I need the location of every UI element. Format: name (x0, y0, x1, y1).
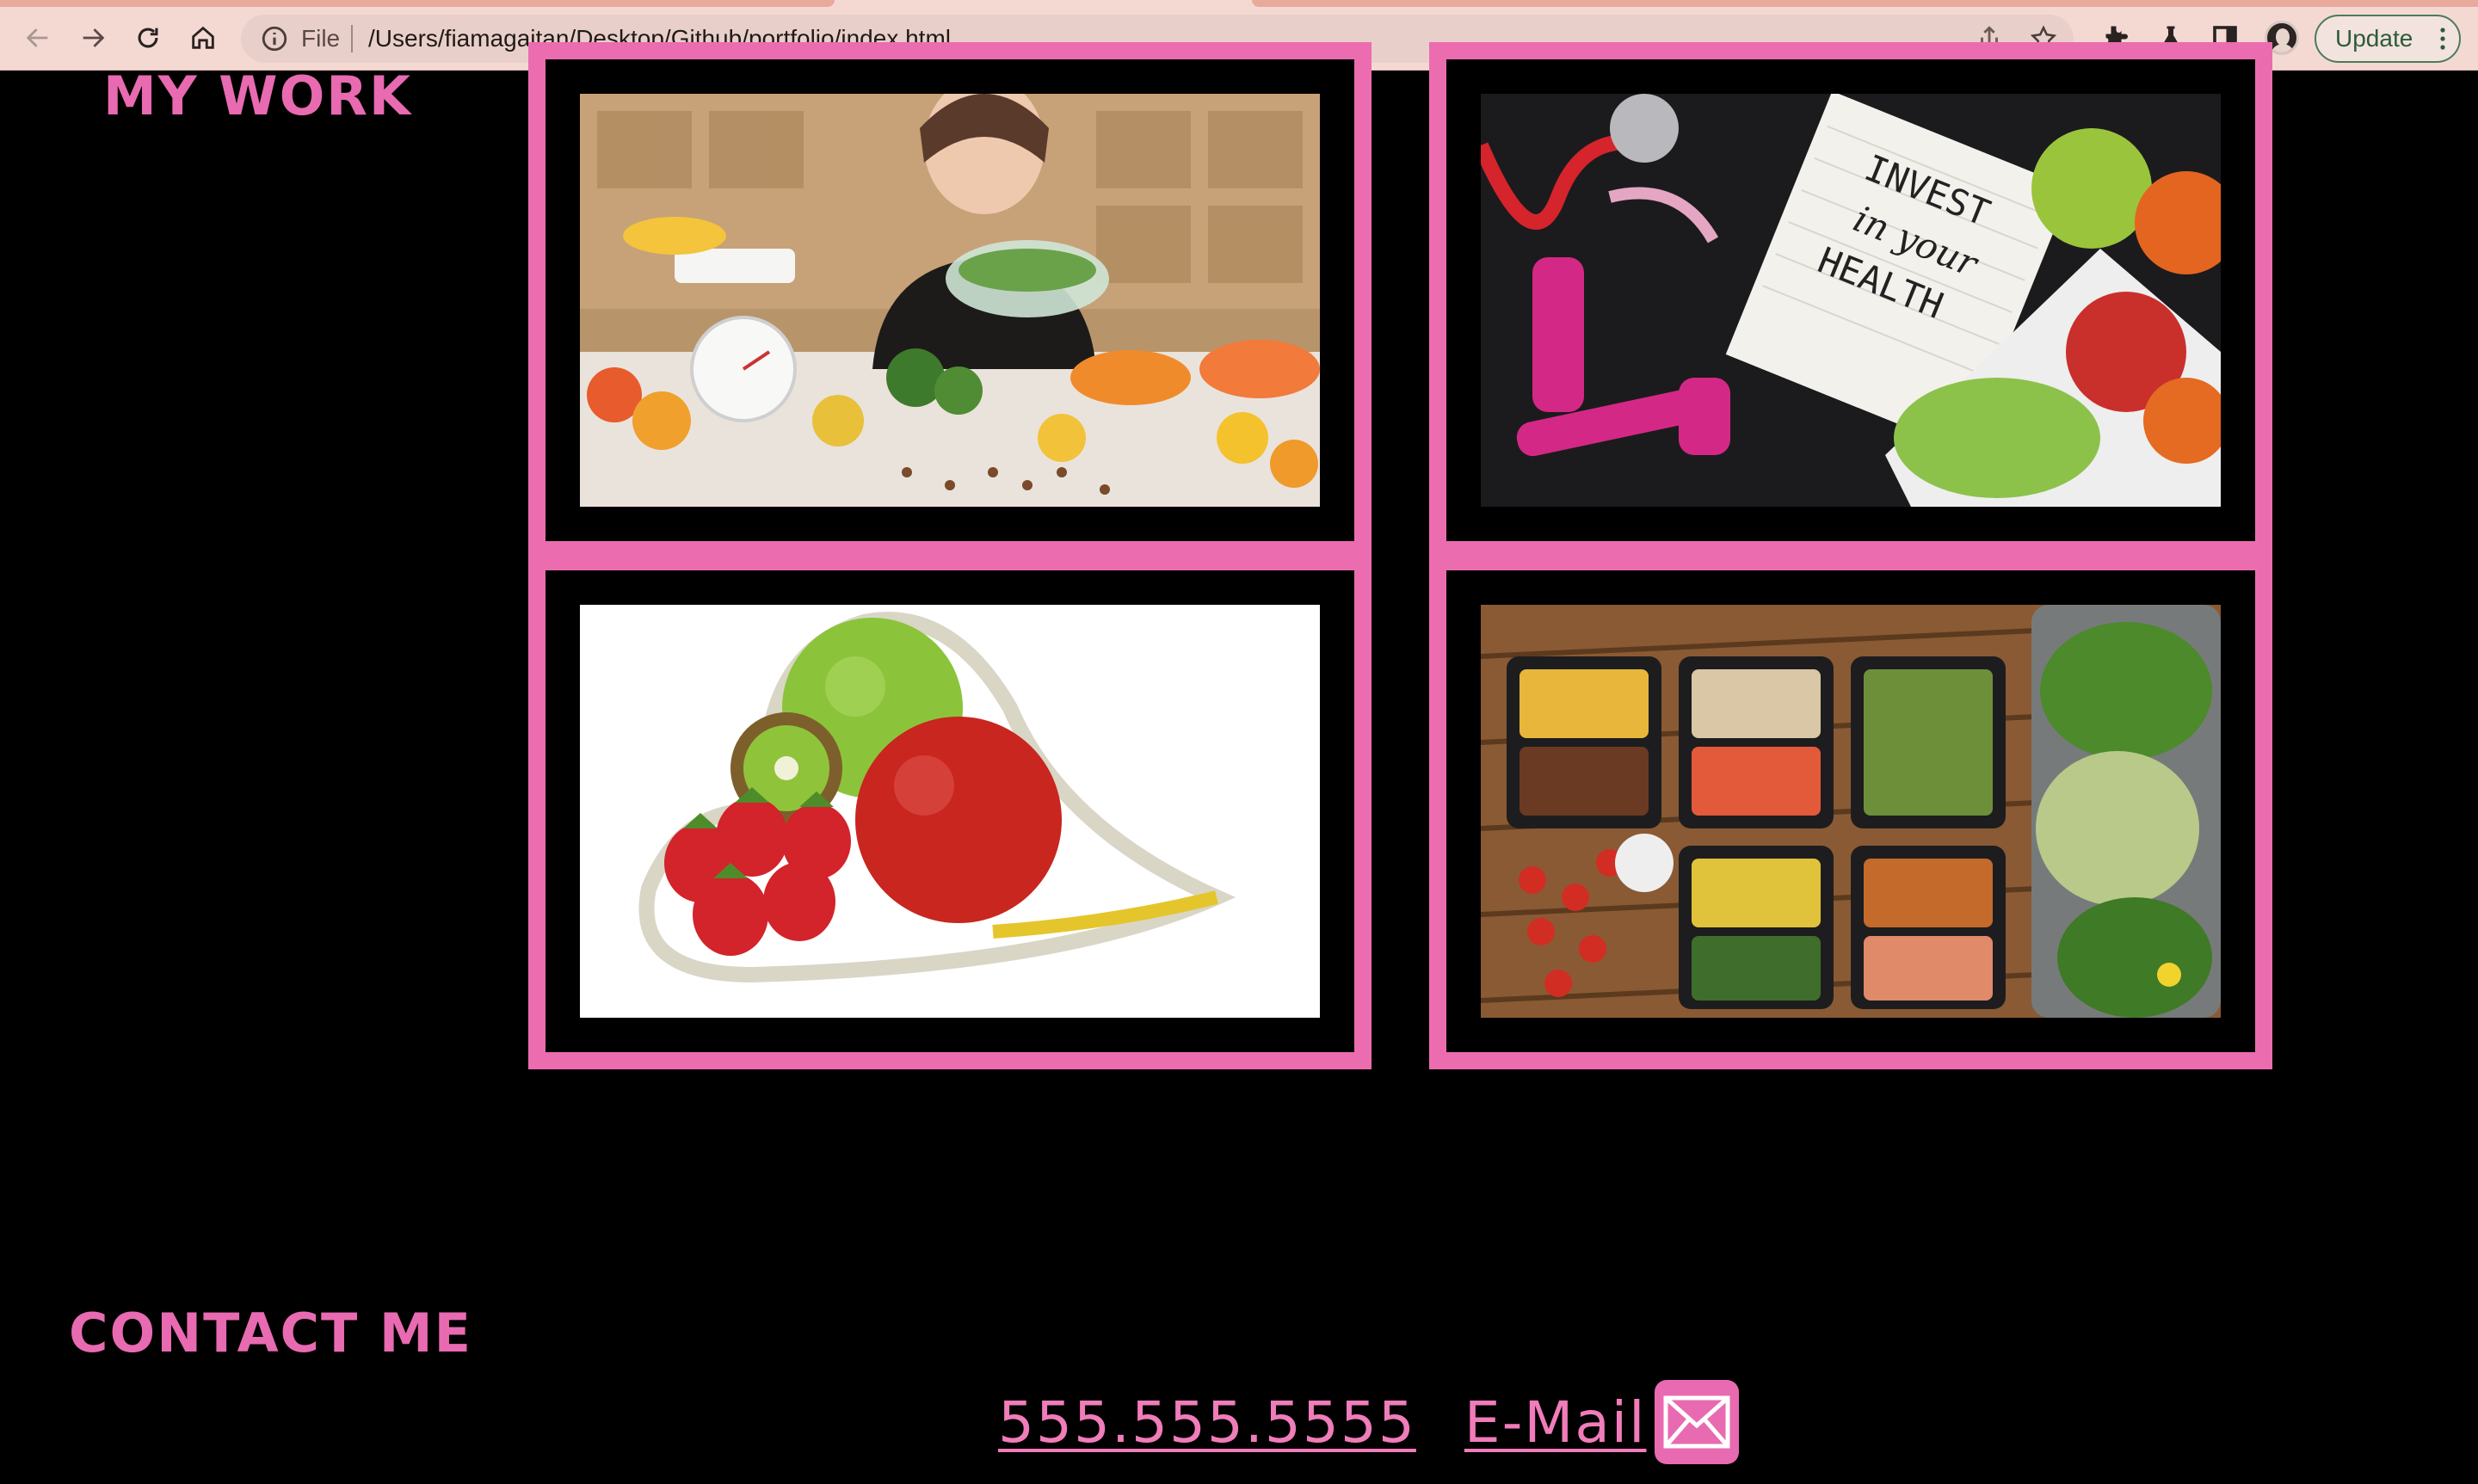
my-work-heading: MY WORK (103, 65, 413, 127)
tab-strip (1252, 0, 2478, 7)
work-image-fruit-tape[interactable] (580, 605, 1320, 1018)
work-image-salad[interactable] (580, 94, 1320, 507)
tab-strip (0, 0, 835, 7)
contact-me-heading: CONTACT ME (69, 1302, 472, 1364)
phone-link[interactable]: 555.555.5555 (998, 1389, 1416, 1456)
email-group: E-Mail (1464, 1380, 1740, 1464)
work-card[interactable] (528, 553, 1372, 1069)
scheme-label: File (301, 25, 341, 52)
work-card[interactable] (528, 42, 1372, 558)
info-icon[interactable] (260, 24, 289, 53)
contact-links: 555.555.5555 E-Mail (998, 1379, 1740, 1465)
work-image-meal-prep[interactable] (1481, 605, 2221, 1018)
envelope-icon[interactable] (1655, 1380, 1740, 1464)
divider (351, 25, 353, 52)
update-button[interactable]: Update (2315, 15, 2461, 63)
more-vert-icon[interactable] (2440, 28, 2445, 50)
back-arrow-icon[interactable] (17, 17, 59, 58)
work-image-invest-health[interactable]: INVEST in your HEALTH (1481, 94, 2221, 507)
email-link[interactable]: E-Mail (1464, 1389, 1647, 1456)
update-label: Update (2335, 25, 2413, 52)
work-card[interactable]: INVEST in your HEALTH (1429, 42, 2272, 558)
work-card[interactable] (1429, 553, 2272, 1069)
forward-arrow-icon[interactable] (72, 17, 114, 58)
portfolio-page: MY WORK INVEST in your HEALTH CONTACT ME… (0, 42, 2478, 1484)
home-icon[interactable] (182, 17, 224, 58)
reload-icon[interactable] (127, 17, 169, 58)
